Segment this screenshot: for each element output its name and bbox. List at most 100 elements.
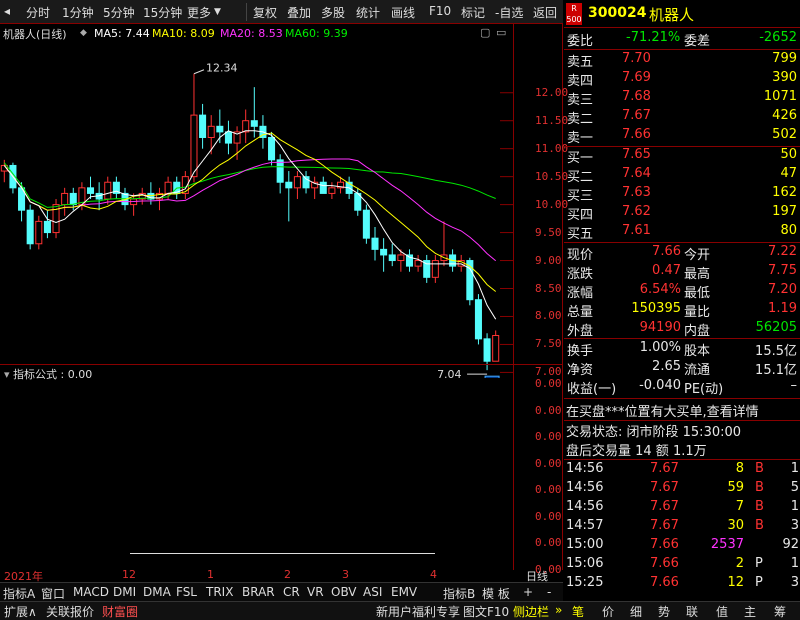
candle-body: [87, 187, 95, 194]
tab-trix[interactable]: TRIX: [206, 585, 233, 599]
sidebar-button[interactable]: 侧边栏: [513, 603, 549, 620]
indicator-chart[interactable]: [0, 365, 513, 570]
tab-zhu[interactable]: 主: [744, 603, 756, 620]
tab-macd[interactable]: MACD: [73, 585, 109, 599]
tab-15min[interactable]: 15分钟: [143, 4, 182, 21]
ma10-line: [3, 132, 497, 292]
tab-dma[interactable]: DMA: [143, 585, 171, 599]
tab-obv[interactable]: OBV: [331, 585, 357, 599]
tab-brar[interactable]: BRAR: [242, 585, 275, 599]
tab-indicator-b[interactable]: 指标B: [443, 585, 475, 602]
tab-fsl[interactable]: FSL: [176, 585, 197, 599]
tick-side: B: [755, 461, 764, 476]
chart-option-icon[interactable]: ▢: [480, 26, 490, 39]
btn-huaxian[interactable]: 画线: [391, 4, 415, 21]
sell-level-row[interactable]: 卖三 7.68 1071: [564, 89, 800, 108]
tab-more[interactable]: 更多: [187, 4, 211, 21]
tab-shi[interactable]: 势: [658, 603, 670, 620]
more-dropdown-icon[interactable]: ▼: [214, 7, 221, 17]
tab-chou[interactable]: 筹: [774, 603, 786, 620]
stock-name: 机器人: [649, 6, 695, 24]
btn-diejia[interactable]: 叠加: [287, 4, 311, 21]
quote-label: 最低: [684, 286, 711, 301]
buy-level-row[interactable]: 买四 7.62 197: [564, 204, 800, 223]
candle-body: [414, 260, 422, 267]
quote-value: 7.22: [768, 244, 797, 259]
btn-fuquan[interactable]: 复权: [253, 4, 277, 21]
zoom-in-button[interactable]: +: [523, 585, 533, 599]
tab-asi[interactable]: ASI: [363, 585, 382, 599]
buy-level-row[interactable]: 买二 7.64 47: [564, 166, 800, 185]
tab-zhi[interactable]: 值: [716, 603, 728, 620]
btn-zixuan[interactable]: -自选: [495, 4, 523, 21]
tab-indicator-a[interactable]: 指标A: [3, 585, 35, 602]
buy-level-row[interactable]: 买三 7.63 162: [564, 185, 800, 204]
fin-value: -0.040: [639, 378, 681, 393]
quote-value: 94190: [639, 320, 681, 335]
chart-settings-icon[interactable]: ◆: [80, 28, 87, 38]
tick-row: 14:56 7.67 8 B 1: [564, 461, 800, 480]
tab-vr[interactable]: VR: [307, 585, 324, 599]
wealth-circle-button[interactable]: 财富圈: [102, 603, 138, 620]
level-price: 7.65: [622, 147, 651, 162]
btn-duogu[interactable]: 多股: [321, 4, 345, 21]
fin-label: 流通: [684, 363, 711, 378]
quote-label: 今开: [684, 248, 711, 263]
menu-toggle-icon[interactable]: ◂: [4, 4, 10, 18]
r-badge: R 500: [566, 3, 582, 25]
tab-dmi[interactable]: DMI: [113, 585, 136, 599]
candle-body: [164, 181, 172, 194]
candle-body: [397, 254, 405, 262]
tab-xi[interactable]: 细: [630, 603, 642, 620]
tab-jia[interactable]: 价: [602, 603, 614, 620]
btn-f10[interactable]: F10: [429, 4, 451, 18]
tick-volume: 2: [735, 556, 744, 571]
btn-tongji[interactable]: 统计: [356, 4, 380, 21]
level-volume: 80: [780, 223, 797, 238]
candle-body: [431, 260, 439, 278]
sell-level-row[interactable]: 卖五 7.70 799: [564, 51, 800, 70]
sell-level-row[interactable]: 卖一 7.66 502: [564, 127, 800, 146]
zoom-out-button[interactable]: -: [547, 585, 551, 599]
tab-lian[interactable]: 联: [686, 603, 698, 620]
tab-emv[interactable]: EMV: [391, 585, 417, 599]
tab-fenshi[interactable]: 分时: [26, 4, 50, 21]
ma20-line: [3, 158, 497, 262]
x-tick: 3: [342, 568, 349, 581]
candlestick-chart[interactable]: 12.347.04财: [0, 48, 513, 378]
related-quote-button[interactable]: 关联报价: [46, 603, 94, 620]
quote-value: 6.54%: [639, 282, 681, 297]
tick-count: 3: [790, 518, 799, 533]
tab-template[interactable]: 模 板: [482, 585, 510, 602]
tab-1min[interactable]: 1分钟: [62, 4, 94, 21]
sidebar-arrow-icon[interactable]: »: [555, 603, 562, 617]
candle-body: [199, 114, 207, 138]
sell-level-row[interactable]: 卖二 7.67 426: [564, 108, 800, 127]
tick-time: 14:56: [566, 499, 604, 514]
sell-level-row[interactable]: 卖四 7.69 390: [564, 70, 800, 89]
btn-biaoji[interactable]: 标记: [461, 4, 485, 21]
buy-level-row[interactable]: 买一 7.65 50: [564, 147, 800, 166]
expand-button[interactable]: 扩展∧: [4, 603, 37, 620]
quote-value: 1.19: [768, 301, 797, 316]
weibi-row: 委比 -71.21% 委差 -2652: [567, 30, 797, 49]
chart-expand-icon[interactable]: ▭: [496, 26, 506, 39]
tab-window[interactable]: 窗口: [41, 585, 65, 602]
y-tick: 8.00: [535, 309, 562, 323]
candle-body: [276, 159, 284, 183]
tick-volume: 12: [727, 575, 744, 590]
indicator-tick: 0.00: [535, 456, 562, 470]
after-hours: 盘后交易量 14 额 1.1万: [566, 444, 707, 459]
big-order-notice[interactable]: 在买盘***位置有大买单,查看详情: [564, 401, 800, 420]
tab-cr[interactable]: CR: [283, 585, 300, 599]
fin-row: 收益(一) -0.040 PE(动) –: [564, 378, 800, 397]
btn-fanhui[interactable]: 返回: [533, 4, 557, 21]
f10-button[interactable]: 图文F10: [463, 603, 509, 620]
buy-level-row[interactable]: 买五 7.61 80: [564, 223, 800, 242]
quote-row: 总量 150395 量比 1.19: [564, 301, 800, 320]
tab-5min[interactable]: 5分钟: [103, 4, 135, 21]
level-volume: 50: [780, 147, 797, 162]
fin-label: PE(动): [684, 382, 724, 397]
new-user-promo[interactable]: 新用户福利专享: [376, 603, 460, 620]
tab-bi[interactable]: 笔: [572, 603, 584, 620]
